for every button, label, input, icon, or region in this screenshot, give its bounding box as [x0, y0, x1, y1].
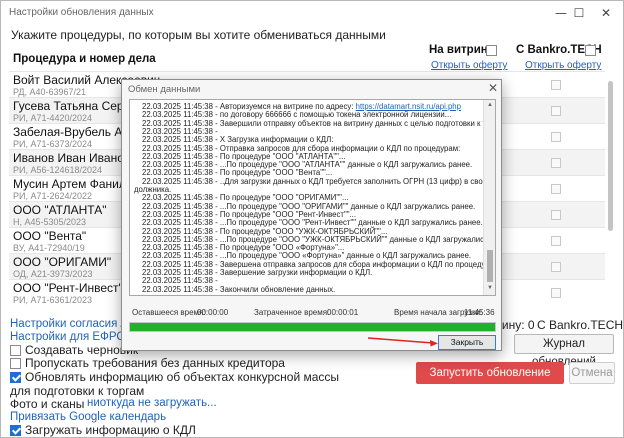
arrow-head: [430, 340, 438, 347]
arrow-line: [367, 337, 434, 344]
red-arrow-annotation: [367, 337, 438, 347]
